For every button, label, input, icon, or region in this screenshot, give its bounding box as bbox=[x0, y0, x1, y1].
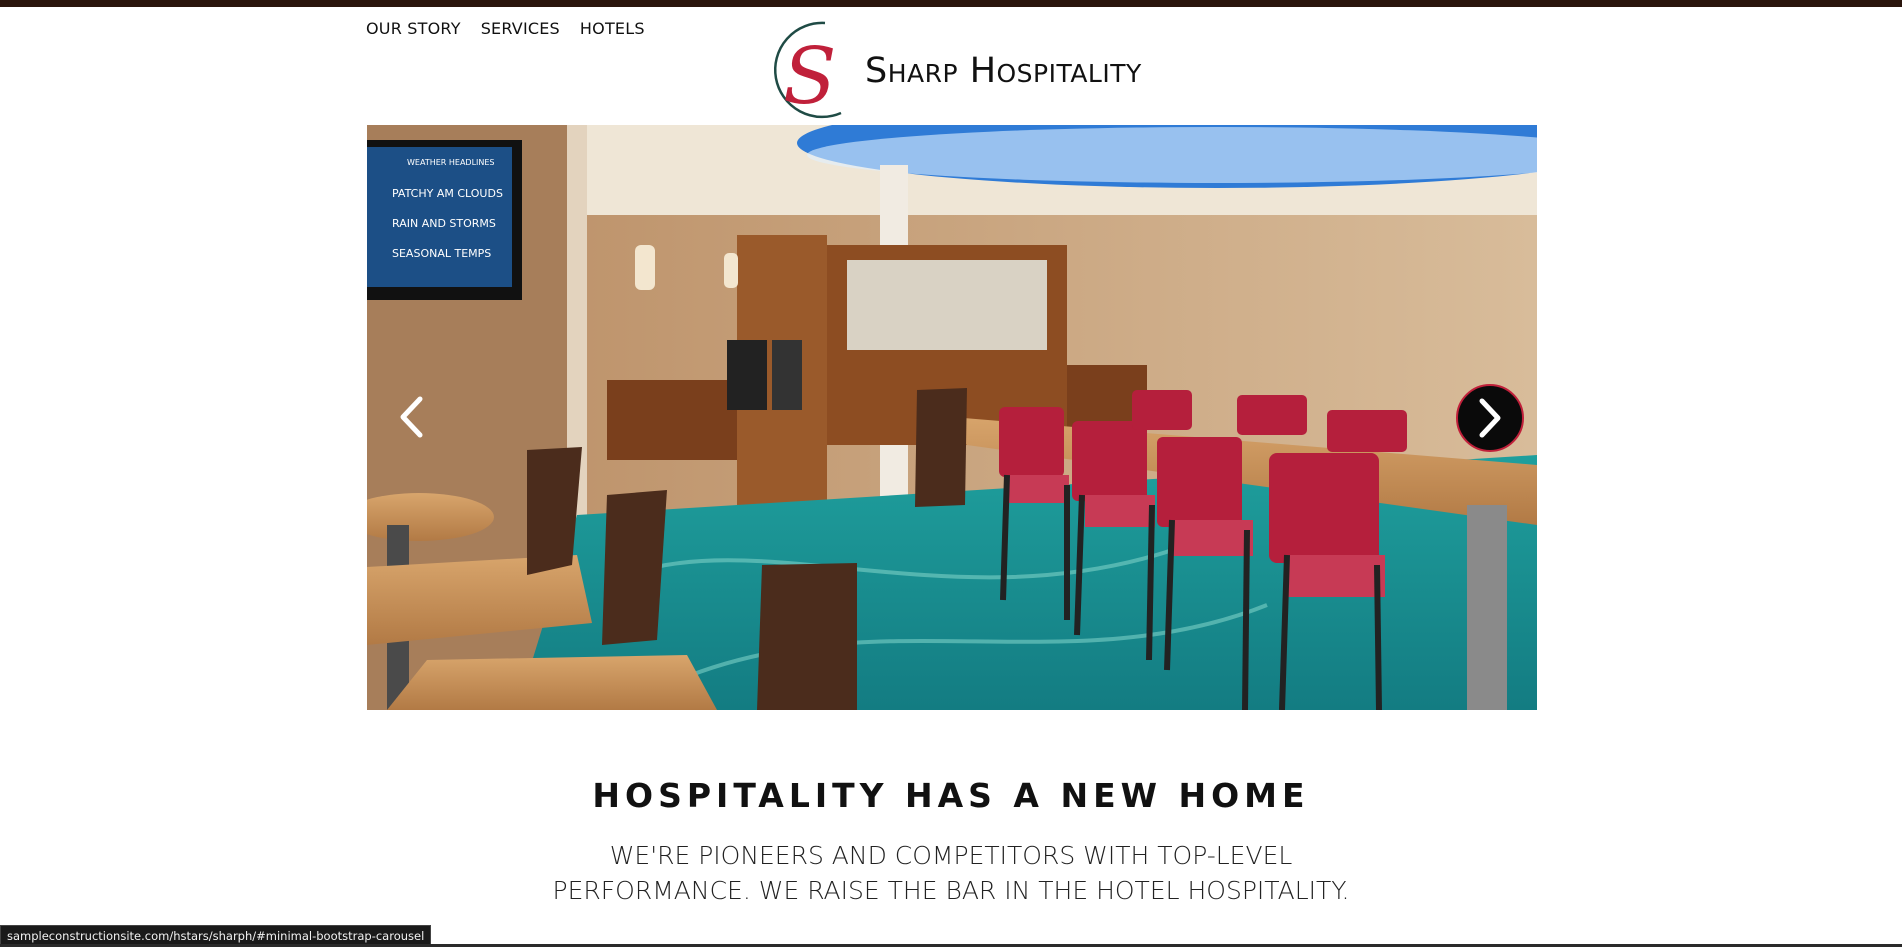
nav-services[interactable]: SERVICES bbox=[481, 19, 560, 38]
svg-text:PATCHY AM CLOUDS: PATCHY AM CLOUDS bbox=[392, 187, 503, 200]
logo-mark-icon: S bbox=[774, 21, 842, 122]
logo-text: Sharp Hospitality bbox=[865, 51, 1142, 91]
carousel-next-button[interactable] bbox=[1456, 384, 1524, 452]
hero-headline: HOSPITALITY HAS A NEW HOME bbox=[592, 776, 1310, 815]
hero-tagline-line2: PERFORMANCE. WE RAISE THE BAR IN THE HOT… bbox=[552, 876, 1350, 905]
hero-tagline: WE'RE PIONEERS AND COMPETITORS WITH TOP-… bbox=[500, 838, 1402, 908]
carousel-slide-image: WEATHER HEADLINES PATCHY AM CLOUDS RAIN … bbox=[367, 125, 1537, 710]
svg-text:SEASONAL TEMPS: SEASONAL TEMPS bbox=[392, 247, 491, 260]
svg-text:WEATHER HEADLINES: WEATHER HEADLINES bbox=[407, 158, 495, 167]
hero-tagline-line1: WE'RE PIONEERS AND COMPETITORS WITH TOP-… bbox=[609, 841, 1293, 870]
image-carousel[interactable]: WEATHER HEADLINES PATCHY AM CLOUDS RAIN … bbox=[367, 125, 1537, 710]
main-nav: OUR STORY SERVICES HOTELS bbox=[366, 19, 645, 38]
logo-letter: S bbox=[783, 32, 836, 122]
browser-status-url: sampleconstructionsite.com/hstars/sharph… bbox=[0, 925, 432, 945]
top-border bbox=[0, 0, 1902, 7]
carousel-prev-button[interactable] bbox=[389, 387, 433, 447]
svg-text:RAIN AND STORMS: RAIN AND STORMS bbox=[392, 217, 496, 230]
chevron-right-icon bbox=[1479, 398, 1501, 438]
nav-hotels[interactable]: HOTELS bbox=[580, 19, 645, 38]
tv-screen: WEATHER HEADLINES PATCHY AM CLOUDS RAIN … bbox=[367, 140, 522, 300]
nav-our-story[interactable]: OUR STORY bbox=[366, 19, 461, 38]
site-logo[interactable]: S Sharp Hospitality bbox=[755, 17, 1165, 123]
chevron-left-icon bbox=[400, 396, 423, 438]
